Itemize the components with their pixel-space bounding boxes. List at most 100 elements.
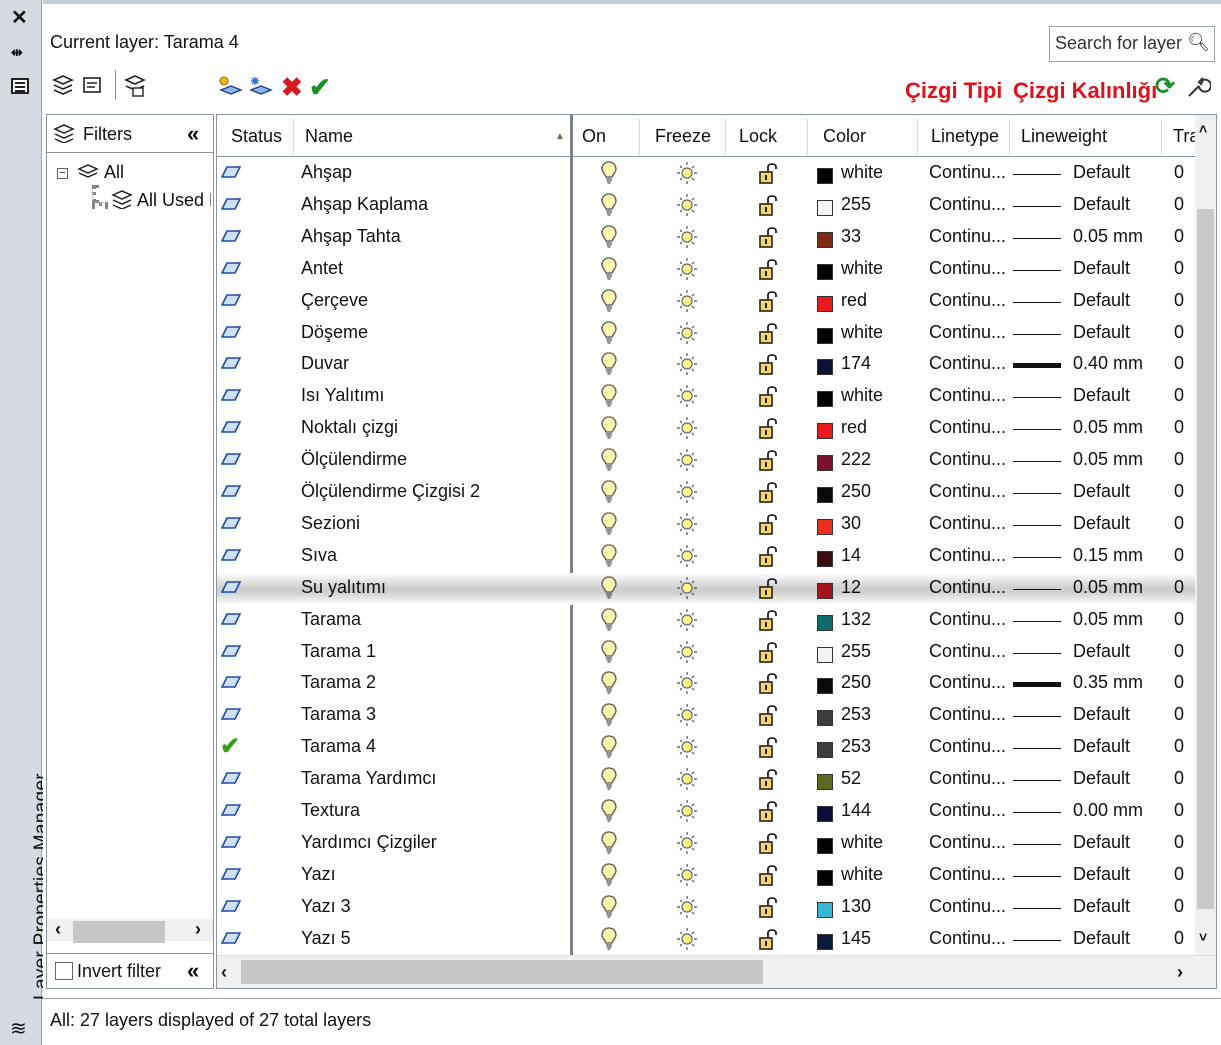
on-lightbulb-icon[interactable]	[600, 288, 618, 319]
search-icon[interactable]: 🔍︎	[1187, 32, 1210, 53]
layer-row[interactable]: Tarama 132 Continu... 0.05 mm 0	[217, 605, 1197, 637]
layer-transparency[interactable]: 0	[1174, 513, 1184, 534]
layer-linetype[interactable]: Continu...	[929, 928, 1006, 949]
layer-name[interactable]: Ahşap	[301, 162, 352, 183]
on-lightbulb-icon[interactable]	[600, 830, 618, 861]
on-lightbulb-icon[interactable]	[600, 351, 618, 382]
unlocked-icon[interactable]	[757, 447, 781, 478]
layer-name[interactable]: Yardımcı Çizgiler	[301, 832, 437, 853]
unlocked-icon[interactable]	[757, 415, 781, 446]
layer-name[interactable]: Textura	[301, 800, 360, 821]
filters-horizontal-scrollbar[interactable]: ‹ ›	[47, 919, 213, 943]
layer-row[interactable]: Duvar 174 Continu... 0.40 mm 0	[217, 349, 1197, 381]
layer-transparency[interactable]: 0	[1174, 290, 1184, 311]
color-swatch[interactable]	[817, 168, 833, 184]
on-lightbulb-icon[interactable]	[600, 862, 618, 893]
column-header-color[interactable]: Color	[823, 126, 866, 147]
layer-color-name[interactable]: 145	[841, 928, 871, 949]
on-lightbulb-icon[interactable]	[600, 543, 618, 574]
layer-row[interactable]: Ahşap white Continu... Default 0	[217, 158, 1197, 190]
layer-transparency[interactable]: 0	[1174, 641, 1184, 662]
scroll-left-icon[interactable]: ‹	[55, 919, 61, 940]
layer-name[interactable]: Tarama 1	[301, 641, 376, 662]
color-swatch[interactable]	[817, 295, 833, 312]
layer-transparency[interactable]: 0	[1174, 226, 1184, 247]
layer-transparency[interactable]: 0	[1174, 704, 1184, 725]
layer-lineweight[interactable]: Default	[1073, 481, 1130, 502]
column-header-on[interactable]: On	[582, 126, 606, 147]
delete-layer-icon[interactable]: ✖	[281, 74, 303, 100]
layer-row[interactable]: Antet white Continu... Default 0	[217, 254, 1197, 286]
layer-name[interactable]: Yazı	[301, 864, 336, 885]
invert-filter-checkbox[interactable]	[55, 962, 73, 980]
layer-color-name[interactable]: white	[841, 258, 883, 279]
color-swatch[interactable]	[817, 710, 833, 727]
color-swatch[interactable]	[817, 901, 833, 918]
color-swatch[interactable]	[817, 806, 833, 822]
layer-lineweight[interactable]: 0.05 mm	[1073, 609, 1143, 630]
layer-name[interactable]: Su yalıtımı	[301, 577, 386, 598]
layer-transparency[interactable]: 0	[1174, 928, 1184, 949]
layer-color-name[interactable]: red	[841, 290, 867, 311]
freeze-sun-icon[interactable]	[676, 894, 698, 925]
layer-row[interactable]: Tarama 2 250 Continu... 0.35 mm 0	[217, 668, 1197, 700]
unlocked-icon[interactable]	[757, 798, 781, 829]
layer-name[interactable]: Antet	[301, 258, 343, 279]
layer-transparency[interactable]: 0	[1174, 194, 1184, 215]
layer-name[interactable]: Sezioni	[301, 513, 360, 534]
layer-row[interactable]: Çerçeve red Continu... Default 0	[217, 286, 1197, 318]
layer-row[interactable]: Yazı 3 130 Continu... Default 0	[217, 892, 1197, 924]
layer-transparency[interactable]: 0	[1174, 449, 1184, 470]
layer-transparency[interactable]: 0	[1174, 736, 1184, 757]
on-lightbulb-icon[interactable]	[600, 639, 618, 670]
layer-linetype[interactable]: Continu...	[929, 226, 1006, 247]
freeze-sun-icon[interactable]	[676, 926, 698, 957]
tree-node-all-used[interactable]: All Used L	[111, 189, 211, 211]
layer-lineweight[interactable]: 0.05 mm	[1073, 226, 1143, 247]
freeze-sun-icon[interactable]	[676, 798, 698, 829]
layer-lineweight[interactable]: Default	[1073, 896, 1130, 917]
freeze-sun-icon[interactable]	[676, 192, 698, 223]
freeze-sun-icon[interactable]	[676, 256, 698, 287]
layer-linetype[interactable]: Continu...	[929, 545, 1006, 566]
on-lightbulb-icon[interactable]	[600, 798, 618, 829]
layer-name[interactable]: Tarama 4	[301, 736, 376, 757]
column-header-lock[interactable]: Lock	[739, 126, 777, 147]
unlocked-icon[interactable]	[757, 256, 781, 287]
collapse-filter-pane-icon[interactable]: «	[187, 958, 199, 984]
color-swatch[interactable]	[817, 678, 833, 695]
refresh-icon[interactable]: ⟳	[1155, 74, 1175, 100]
scroll-right-icon[interactable]: ›	[1177, 962, 1183, 983]
layer-color-name[interactable]: 174	[841, 353, 871, 374]
layer-name[interactable]: Duvar	[301, 353, 349, 374]
on-lightbulb-icon[interactable]	[600, 192, 618, 223]
new-layer-vp-frozen-icon[interactable]	[247, 74, 275, 104]
layer-lineweight[interactable]: Default	[1073, 258, 1130, 279]
unlocked-icon[interactable]	[757, 383, 781, 414]
color-swatch[interactable]	[817, 742, 833, 759]
layer-row[interactable]: Sıva 14 Continu... 0.15 mm 0	[217, 541, 1197, 573]
layer-lineweight[interactable]: Default	[1073, 513, 1130, 534]
layer-name[interactable]: Tarama 2	[301, 672, 376, 693]
layer-linetype[interactable]: Continu...	[929, 896, 1006, 917]
on-lightbulb-icon[interactable]	[600, 926, 618, 957]
color-swatch[interactable]	[817, 359, 833, 376]
scroll-up-icon[interactable]: ˄	[1199, 121, 1207, 137]
layer-linetype[interactable]: Continu...	[929, 194, 1006, 215]
on-lightbulb-icon[interactable]	[600, 734, 618, 765]
search-input[interactable]: Search for layer 🔍︎	[1049, 26, 1215, 62]
layer-transparency[interactable]: 0	[1174, 162, 1184, 183]
color-swatch[interactable]	[817, 327, 833, 344]
freeze-sun-icon[interactable]	[676, 766, 698, 797]
on-lightbulb-icon[interactable]	[600, 702, 618, 733]
unlocked-icon[interactable]	[757, 766, 781, 797]
layer-name[interactable]: Noktalı çizgi	[301, 417, 398, 438]
layer-row[interactable]: ✔ Tarama 4 253 Continu... Default 0	[217, 732, 1197, 764]
layer-transparency[interactable]: 0	[1174, 672, 1184, 693]
properties-icon[interactable]	[11, 78, 29, 94]
layer-linetype[interactable]: Continu...	[929, 449, 1006, 470]
on-lightbulb-icon[interactable]	[600, 320, 618, 351]
unlocked-icon[interactable]	[757, 607, 781, 638]
layer-linetype[interactable]: Continu...	[929, 162, 1006, 183]
color-swatch[interactable]	[817, 646, 833, 663]
